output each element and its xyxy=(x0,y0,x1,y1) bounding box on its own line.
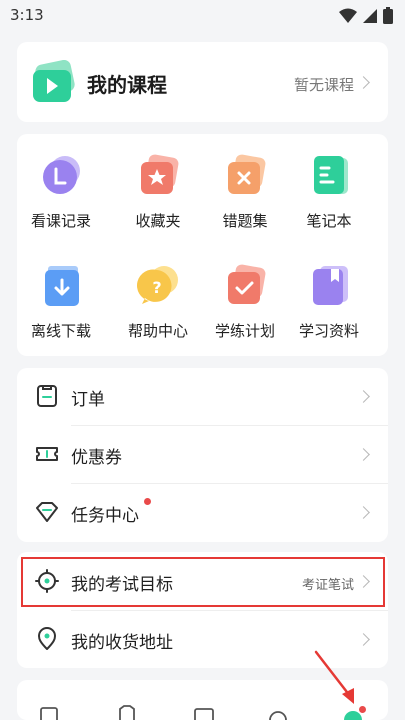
nav-study-icon[interactable] xyxy=(193,704,215,720)
menu-item-task-center[interactable]: 任务中心 xyxy=(17,484,388,541)
grid-label: 看课记录 xyxy=(30,212,91,230)
help-icon: ? xyxy=(137,266,178,304)
grid-item-study-materials[interactable]: 学习资料 xyxy=(287,264,371,360)
grid-item-history[interactable]: 看课记录 xyxy=(19,154,103,250)
grid-label: 笔记本 xyxy=(306,212,352,230)
menu-label: 订单 xyxy=(71,390,105,410)
chevron-right-icon xyxy=(357,633,370,646)
grid-label: 收藏夹 xyxy=(135,212,181,230)
nav-course-icon[interactable] xyxy=(116,704,138,720)
status-time: 3:13 xyxy=(10,6,44,24)
download-icon xyxy=(45,266,79,306)
task-icon xyxy=(36,502,58,522)
coupon-icon xyxy=(36,447,58,461)
chevron-right-icon xyxy=(357,506,370,519)
pointer-arrow xyxy=(314,650,354,704)
menu-label: 优惠券 xyxy=(71,448,122,468)
nav-message-icon[interactable] xyxy=(267,704,289,720)
menu-label: 我的收货地址 xyxy=(71,633,173,653)
notebook-icon xyxy=(314,156,348,194)
status-icons xyxy=(339,7,393,24)
grid-item-help-center[interactable]: ? 帮助中心 xyxy=(116,264,200,360)
menu-item-coupons[interactable]: 优惠券 xyxy=(17,426,388,483)
chevron-right-icon xyxy=(357,448,370,461)
grid-item-offline-download[interactable]: 离线下载 xyxy=(19,264,103,360)
grid-label: 帮助中心 xyxy=(127,322,188,340)
chevron-right-icon xyxy=(357,390,370,403)
grid-item-notebook[interactable]: 笔记本 xyxy=(287,154,371,250)
nav-home-icon[interactable] xyxy=(38,704,60,720)
signal-icon xyxy=(363,8,377,23)
grid-item-wrong-questions[interactable]: 错题集 xyxy=(203,154,287,250)
location-icon xyxy=(38,627,56,650)
course-title: 我的课程 xyxy=(87,73,167,97)
my-course-card[interactable]: 我的课程 暂无课程 xyxy=(17,42,388,122)
grid-label: 学习资料 xyxy=(298,322,359,340)
battery-icon xyxy=(383,7,393,24)
grid-label: 离线下载 xyxy=(30,322,91,340)
grid-label: 学练计划 xyxy=(214,322,275,340)
star-folder-icon xyxy=(141,154,179,194)
course-play-icon xyxy=(33,60,75,102)
materials-icon xyxy=(313,266,348,305)
menu-label: 任务中心 xyxy=(71,506,139,526)
menu-group-1: 订单 优惠券 任务中心 xyxy=(17,368,388,542)
wifi-icon xyxy=(339,8,357,23)
notification-dot xyxy=(144,498,151,505)
grid-item-study-plan[interactable]: 学练计划 xyxy=(203,264,287,360)
status-bar: 3:13 xyxy=(0,0,405,32)
grid-item-favorites[interactable]: 收藏夹 xyxy=(116,154,200,250)
feature-grid: 看课记录 收藏夹 错题集 笔记本 离线下载 ? 帮助中心 学练计划 学习资料 xyxy=(17,134,388,356)
grid-label: 错题集 xyxy=(222,212,268,230)
menu-item-orders[interactable]: 订单 xyxy=(17,368,388,425)
clock-icon xyxy=(43,156,80,194)
course-status: 暂无课程 xyxy=(293,76,354,94)
order-icon xyxy=(37,385,57,407)
chevron-right-icon xyxy=(357,76,370,89)
wrong-question-icon xyxy=(228,154,266,194)
plan-check-icon xyxy=(228,264,266,304)
svg-text:?: ? xyxy=(152,278,161,297)
highlight-annotation xyxy=(21,557,385,607)
